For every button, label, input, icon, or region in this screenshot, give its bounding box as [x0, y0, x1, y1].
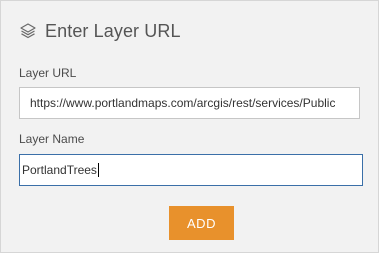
layer-name-input[interactable]: PortlandTrees: [19, 154, 363, 186]
layer-url-label: Layer URL: [19, 66, 77, 80]
text-cursor: [97, 163, 99, 177]
layer-name-value: PortlandTrees: [22, 163, 97, 177]
layers-icon: [19, 22, 37, 40]
add-button[interactable]: ADD: [169, 206, 234, 240]
layer-name-label: Layer Name: [19, 132, 85, 146]
panel-header: Enter Layer URL: [19, 18, 181, 44]
panel-title: Enter Layer URL: [45, 20, 181, 41]
layer-url-input[interactable]: https://www.portlandmaps.com/arcgis/rest…: [19, 87, 360, 119]
layer-url-value: https://www.portlandmaps.com/arcgis/rest…: [30, 96, 336, 110]
add-layer-url-panel: Enter Layer URL Layer URL https://www.po…: [0, 0, 379, 253]
